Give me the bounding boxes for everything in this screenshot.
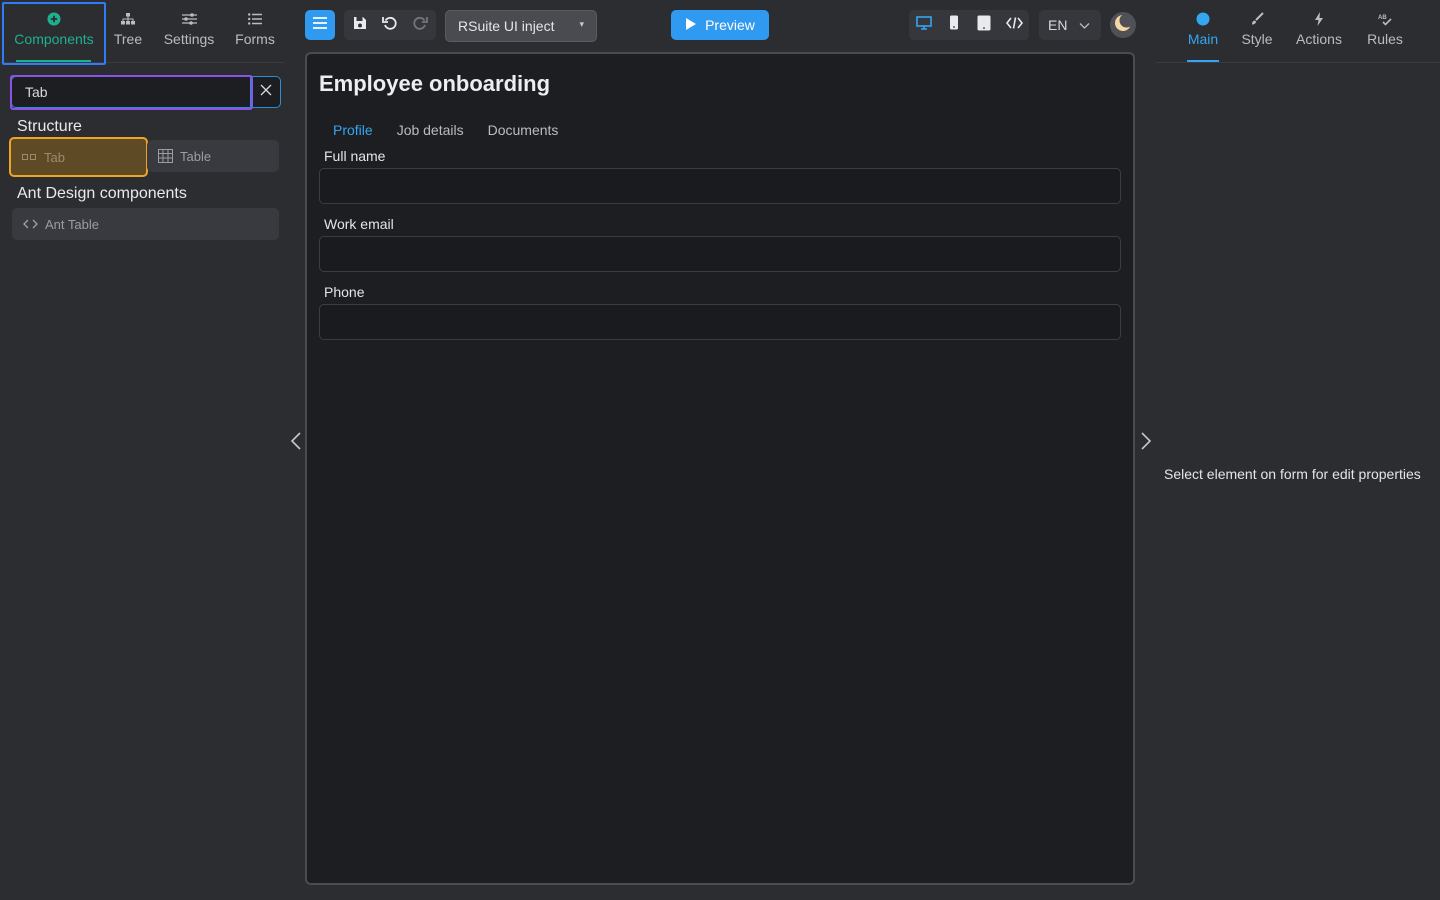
components-tab-highlight [2,2,106,65]
caret-down-icon: ▾ [579,19,584,29]
project-select-value: RSuite UI inject [458,18,555,34]
code-view-icon [1005,16,1023,34]
tablet-view-button[interactable] [969,10,999,40]
svg-text:AB: AB [1378,15,1387,21]
desktop-view-button[interactable] [909,10,939,40]
close-icon [260,83,272,101]
tab-rules[interactable]: AB Rules [1363,0,1407,63]
tablet-icon [977,15,991,36]
save-icon [353,16,367,35]
component-table-label: Table [180,148,212,164]
code-icon [22,216,38,232]
device-switcher [909,10,1029,40]
tab-tree-label: Tree [113,31,143,47]
component-tab-label: Tab [44,149,65,165]
tab-tree[interactable]: Tree [108,0,148,63]
properties-empty-message: Select element on form for edit properti… [1164,466,1421,482]
preview-button[interactable]: Preview [671,10,769,40]
language-value: EN [1048,17,1068,33]
work-email-label: Work email [324,216,394,232]
mobile-icon [949,15,959,35]
dot-icon [1195,11,1211,27]
form-title: Employee onboarding [319,71,551,96]
form-tab-job-details[interactable]: Job details [385,120,476,140]
chevron-right-icon [1140,431,1152,456]
sliders-icon [181,11,197,27]
redo-button[interactable] [405,10,435,40]
full-name-field[interactable] [319,168,1121,204]
undo-icon [382,15,398,36]
tab-style-label: Style [1241,31,1273,47]
mobile-view-button[interactable] [939,10,969,40]
tab-settings[interactable]: Settings [158,0,220,63]
theme-toggle-button[interactable] [1110,12,1136,38]
form-tabs: Profile Job details Documents [321,120,570,140]
tab-actions-label: Actions [1296,31,1342,47]
menu-button[interactable] [305,10,335,40]
component-tab[interactable]: Tab [9,137,148,177]
left-panel-tabs: Components Tree Settings Forms [0,0,285,65]
component-table[interactable]: Table [147,140,279,172]
form-canvas: Employee onboarding Profile Job details … [305,52,1135,885]
component-search [11,76,281,108]
tab-forms[interactable]: Forms [228,0,282,63]
table-icon [157,148,173,164]
code-view-button[interactable] [999,10,1029,40]
tab-main-label: Main [1187,31,1219,47]
components-panel: Components Tree Settings Forms Tab Struc… [0,0,292,900]
tab-component-icon [21,149,37,165]
chevron-left-icon [290,431,302,456]
form-tab-documents[interactable]: Documents [476,120,571,140]
clear-search-button[interactable] [250,77,280,107]
tab-main[interactable]: Main [1181,0,1225,63]
phone-label: Phone [324,284,365,300]
menu-icon [313,16,327,34]
section-structure-title: Structure [17,118,82,135]
undo-button[interactable] [375,10,405,40]
project-select[interactable]: RSuite UI inject ▾ [445,10,597,42]
chevron-down-icon [1079,18,1090,34]
tab-actions[interactable]: Actions [1293,0,1345,63]
search-input[interactable] [12,77,252,107]
save-button[interactable] [345,10,375,40]
desktop-icon [916,15,932,35]
tree-icon [120,11,136,27]
tab-forms-label: Forms [235,31,275,47]
collapse-right-panel-button[interactable] [1139,431,1153,456]
moon-icon [1114,13,1134,37]
language-select[interactable]: EN [1039,10,1101,40]
tab-style[interactable]: Style [1237,0,1277,63]
bolt-icon [1311,11,1327,27]
component-ant-table-label: Ant Table [45,216,99,232]
tab-rules-label: Rules [1367,31,1403,47]
edit-tools [344,10,436,40]
play-icon [685,17,697,34]
tab-settings-label: Settings [163,31,215,47]
active-tab-underline [1187,60,1219,62]
list-icon [247,11,263,27]
properties-tabs: Main Style Actions AB Rules [1155,0,1440,63]
brush-icon [1249,11,1265,27]
rules-icon: AB [1377,11,1393,27]
work-email-field[interactable] [319,236,1121,272]
phone-field[interactable] [319,304,1121,340]
form-tab-profile[interactable]: Profile [321,120,385,140]
redo-icon [412,15,428,36]
component-ant-table[interactable]: Ant Table [12,208,279,240]
preview-label: Preview [705,17,755,33]
collapse-left-panel-button[interactable] [289,431,303,456]
section-ant-title: Ant Design components [17,185,187,202]
full-name-label: Full name [324,148,386,164]
